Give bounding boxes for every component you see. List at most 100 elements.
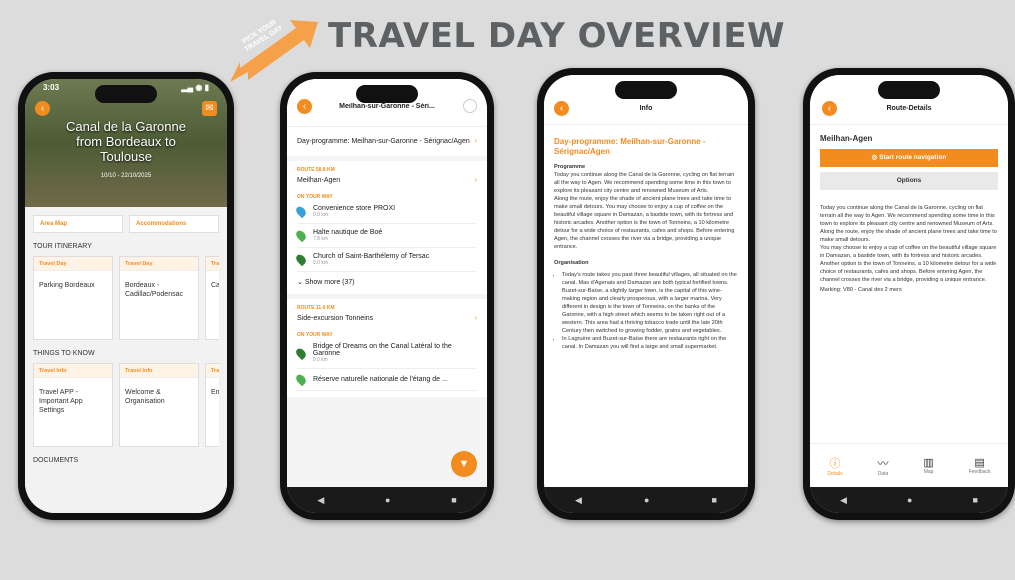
map-pin-icon [294,228,308,243]
card-tag: Travel Day [120,257,198,271]
info-card[interactable]: Tra Em Nu [205,363,219,447]
map-pin-icon [294,252,308,267]
poi-name: Convenience store PROXI [313,205,396,212]
card-text: Welcome & Organisation [125,389,165,405]
programme-title: Programme [554,164,586,170]
poi-distance: 7.8 km [313,236,329,242]
itinerary-card[interactable]: Travel Day Parking Bordeaux [33,256,113,340]
area-map-button[interactable]: Area Map [33,215,123,233]
tab-label: Feedback [968,469,991,475]
map-pin-icon [294,346,308,360]
poi-item[interactable]: Bridge of Dreams on the Canal Latéral to… [294,338,477,369]
filter-button[interactable]: ▼ [451,451,477,477]
mail-icon[interactable]: ✉ [202,101,217,116]
tab-label: Details [827,470,843,477]
show-more-label: Show more (37) [304,279,355,286]
map-icon: ▥ [923,457,934,469]
chevron-right-icon: › [474,138,477,145]
accommodations-button[interactable]: Accommodations [129,215,219,233]
back-nav-icon[interactable]: ◀ [575,495,582,506]
recents-nav-icon[interactable]: ■ [712,495,717,505]
card-text: Bordeaux - Cadillac/Podensac [125,282,183,298]
route-name: Side-excursion Tonneins [297,315,374,322]
phone-notch [878,81,940,99]
paragraph: You may choose to enjoy a cup of coffee … [820,245,997,283]
route-block: ROUTE 11.6 KM Side-excursion Tonneins › O… [287,299,487,397]
map-pin-icon [294,372,308,387]
options-button[interactable]: Options [820,172,998,190]
route-name: Meilhan-Agen [297,177,341,184]
info-content: Day-programme: Meilhan-sur-Garonne - Sér… [544,127,748,487]
back-nav-icon[interactable]: ◀ [317,495,324,506]
poi-name: Halte nautique de Boé [313,229,383,236]
itinerary-card[interactable]: Tra Ca Mo Ge [205,256,219,340]
header-title: Meilhan-sur-Garonne - Séri... [339,103,435,110]
slide-title: TRAVEL DAY OVERVIEW [328,16,786,56]
tab-data[interactable]: 〰 Data [878,455,889,477]
poi-name: Bridge of Dreams on the Canal Latéral to… [312,343,452,357]
bullet-item: Today's route takes you past three beaut… [562,271,738,335]
hero-title-line: Toulouse [99,149,153,164]
poi-item[interactable]: Church of Saint-Barthélemy of Tersac 9.0 … [294,248,477,272]
itinerary-card[interactable]: Travel Day Bordeaux - Cadillac/Podensac [119,256,199,340]
bottom-tab-bar: ⓘ Details 〰 Data ▥ Map ▤ Feedback [810,443,1008,487]
hero-date: 10/10 - 22/10/2025 [100,173,152,179]
status-time: 3:03 [43,83,60,92]
chevron-right-icon: › [474,177,477,184]
poi-distance: 9.0 km [313,260,329,266]
show-more-button[interactable]: ⌄ Show more (37) [297,272,477,288]
android-nav-bar: ◀ ● ■ [810,487,1008,513]
things-to-know-heading: THINGS TO KNOW [33,350,95,357]
signal-battery-icon: ▂▄ ◉ ▮ [181,83,209,92]
tab-feedback[interactable]: ▤ Feedback [969,456,991,475]
bullet-item: In Lagruère and Buzet-sur-Baïse there ar… [562,335,738,351]
home-nav-icon[interactable]: ● [907,495,912,505]
feedback-icon: ▤ [974,457,985,469]
poi-item[interactable]: Halte nautique de Boé 7.8 km [294,224,477,248]
info-heading: Day-programme: Meilhan-sur-Garonne - Sér… [554,137,706,156]
card-tag: Travel Day [34,257,112,271]
tab-details[interactable]: ⓘ Details [827,455,842,477]
route-link[interactable]: Side-excursion Tonneins › [297,315,477,322]
route-link[interactable]: Meilhan-Agen › [297,177,477,184]
back-button[interactable]: ‹ [35,101,50,116]
poi-item[interactable]: Convenience store PROXI 0.0 km [294,200,477,224]
paragraph: Along the route, enjoy the shade of anci… [554,196,735,250]
tab-label: Data [877,470,889,477]
poi-distance: 0.0 km [313,212,329,218]
start-navigation-button[interactable]: ◎ Start route navigation [820,149,998,167]
back-nav-icon[interactable]: ◀ [840,495,847,506]
programme-link[interactable]: Day-programme: Meilhan-sur-Garonne - Sér… [287,127,487,156]
check-icon[interactable] [463,99,477,113]
home-nav-icon[interactable]: ● [644,495,649,505]
header-title: Route-Details [886,105,932,112]
hero-title-line: Canal de la Garonne [66,119,186,134]
poi-name: Church of Saint-Barthélemy of Tersac [313,253,430,260]
poi-item[interactable]: Réserve naturelle nationale de l'étang d… [294,369,477,391]
header-title: Info [639,105,653,112]
poi-distance: 0.0 km [312,357,328,363]
card-tag: Travel Info [34,364,112,378]
recents-nav-icon[interactable]: ■ [451,495,456,505]
route-details-content: Meilhan-Agen ◎ Start route navigation Op… [810,127,1008,443]
start-navigation-label: Start route navigation [879,154,947,161]
card-tag: Travel Info [120,364,198,378]
info-card[interactable]: Travel Info Welcome & Organisation [119,363,199,447]
route-label: ROUTE 58.8 KM [297,167,335,173]
chevron-right-icon: › [474,315,477,322]
programme-text: Day-programme: Meilhan-sur-Garonne - Sér… [297,138,470,145]
tab-map[interactable]: ▥ Map [923,456,933,475]
route-block: ROUTE 58.8 KM Meilhan-Agen › ON YOUR WAY … [287,161,487,294]
info-card[interactable]: Travel Info Travel APP - Important App Se… [33,363,113,447]
poi-name: Réserve naturelle nationale de l'étang d… [313,376,448,383]
phone-tour-overview: 3:03 ▂▄ ◉ ▮ ‹ ✉ Canal de la Garonne from… [18,72,234,520]
chevron-down-icon: ⌄ [297,279,305,286]
recents-nav-icon[interactable]: ■ [973,495,978,505]
organisation-title: Organisation [554,260,589,266]
phone-route-details: ‹ Route-Details Meilhan-Agen ◎ Start rou… [803,68,1015,520]
home-nav-icon[interactable]: ● [385,495,390,505]
card-text: Ca Mo Ge [211,282,219,289]
chart-icon: 〰 [877,457,889,470]
paragraph: Today you continue along the Canal de la… [554,172,735,194]
card-text: Parking Bordeaux [39,282,95,289]
